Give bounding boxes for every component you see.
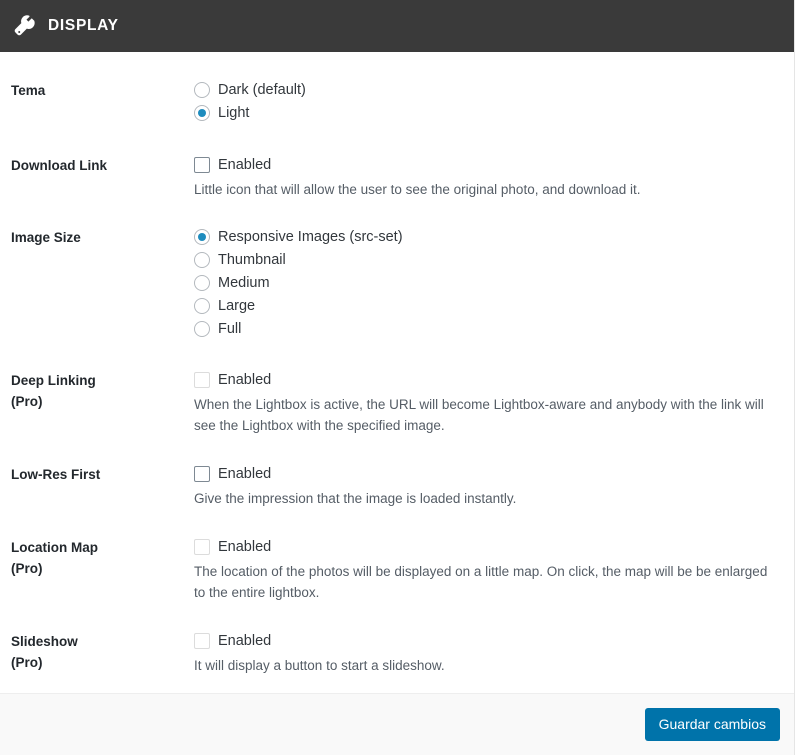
radio-label-dark: Dark (default) [218,81,306,98]
radio-label-large: Large [218,297,256,314]
field-row-image-size: Image Size Responsive Images (src-set) T… [0,200,794,340]
checkbox-icon-location-map[interactable] [194,539,210,555]
checkbox-label-download-link: Enabled [218,157,272,173]
field-label-pro-tag: (Pro) [11,394,43,409]
checkbox-icon-slideshow[interactable] [194,633,210,649]
field-description-deep-linking: When the Lightbox is active, the URL wil… [194,397,764,433]
checkbox-icon-deep-linking[interactable] [194,372,210,388]
field-row-deep-linking: Deep Linking (Pro) Enabled When the Ligh… [0,340,794,436]
field-label-slideshow: Slideshow (Pro) [11,629,194,673]
field-label-location-map: Location Map (Pro) [11,535,194,579]
field-row-location-map: Location Map (Pro) Enabled The location … [0,509,794,603]
field-control-deep-linking: Enabled When the Lightbox is active, the… [194,368,780,436]
radio-icon-full[interactable] [194,320,210,337]
field-row-slideshow: Slideshow (Pro) Enabled It will display … [0,603,794,676]
panel-footer: Guardar cambios [0,693,794,755]
field-label-text: Deep Linking [11,373,96,388]
field-control-image-size: Responsive Images (src-set) Thumbnail Me… [194,225,780,340]
field-description-low-res-first: Give the impression that the image is lo… [194,491,517,506]
field-label-low-res-first: Low-Res First [11,462,194,485]
field-label-deep-linking: Deep Linking (Pro) [11,368,194,412]
field-control-slideshow: Enabled It will display a button to star… [194,629,780,676]
radio-option-dark[interactable]: Dark (default) [194,78,780,101]
field-description-location-map: The location of the photos will be displ… [194,564,768,600]
save-changes-button[interactable]: Guardar cambios [644,708,780,741]
radio-label-full: Full [218,320,242,337]
field-description-download-link: Little icon that will allow the user to … [194,182,641,197]
radio-option-large[interactable]: Large [194,294,780,317]
radio-icon-light[interactable] [194,104,210,121]
display-settings-panel: DISPLAY Tema Dark (default) Light Downlo… [0,0,795,755]
field-label-tema: Tema [11,78,194,101]
field-label-download-link: Download Link [11,153,194,176]
checkbox-icon-download-link[interactable] [194,157,210,173]
checkbox-row-deep-linking[interactable]: Enabled [194,368,780,392]
field-label-text: Low-Res First [11,467,101,482]
field-label-text: Tema [11,83,46,98]
field-label-text: Location Map [11,540,98,555]
radio-icon-large[interactable] [194,297,210,314]
radio-option-full[interactable]: Full [194,317,780,340]
checkbox-label-deep-linking: Enabled [218,372,272,388]
field-label-pro-tag: (Pro) [11,561,43,576]
settings-form: Tema Dark (default) Light Download Link [0,52,794,693]
field-row-download-link: Download Link Enabled Little icon that w… [0,124,794,200]
panel-header: DISPLAY [0,0,794,52]
field-label-text: Image Size [11,230,81,245]
field-description-slideshow: It will display a button to start a slid… [194,658,445,673]
radio-option-responsive[interactable]: Responsive Images (src-set) [194,225,780,248]
checkbox-icon-low-res-first[interactable] [194,466,210,482]
field-row-tema: Tema Dark (default) Light [0,52,794,124]
radio-option-light[interactable]: Light [194,101,780,124]
radio-icon-thumbnail[interactable] [194,251,210,268]
page-title: DISPLAY [48,17,119,34]
radio-label-thumbnail: Thumbnail [218,251,286,268]
field-row-low-res-first: Low-Res First Enabled Give the impressio… [0,436,794,509]
checkbox-label-slideshow: Enabled [218,633,272,649]
wrench-icon [14,15,35,36]
field-control-location-map: Enabled The location of the photos will … [194,535,780,603]
field-label-image-size: Image Size [11,225,194,248]
field-label-pro-tag: (Pro) [11,655,43,670]
radio-label-medium: Medium [218,274,270,291]
radio-icon-responsive[interactable] [194,228,210,245]
field-control-tema: Dark (default) Light [194,78,780,124]
field-control-low-res-first: Enabled Give the impression that the ima… [194,462,780,509]
radio-option-thumbnail[interactable]: Thumbnail [194,248,780,271]
checkbox-label-low-res-first: Enabled [218,466,272,482]
radio-label-light: Light [218,104,250,121]
field-label-text: Download Link [11,158,107,173]
radio-icon-medium[interactable] [194,274,210,291]
checkbox-label-location-map: Enabled [218,539,272,555]
radio-label-responsive: Responsive Images (src-set) [218,228,403,245]
radio-icon-dark[interactable] [194,81,210,98]
checkbox-row-location-map[interactable]: Enabled [194,535,780,559]
checkbox-row-download-link[interactable]: Enabled [194,153,780,177]
checkbox-row-low-res-first[interactable]: Enabled [194,462,780,486]
field-control-download-link: Enabled Little icon that will allow the … [194,153,780,200]
checkbox-row-slideshow[interactable]: Enabled [194,629,780,653]
radio-option-medium[interactable]: Medium [194,271,780,294]
field-label-text: Slideshow [11,634,78,649]
